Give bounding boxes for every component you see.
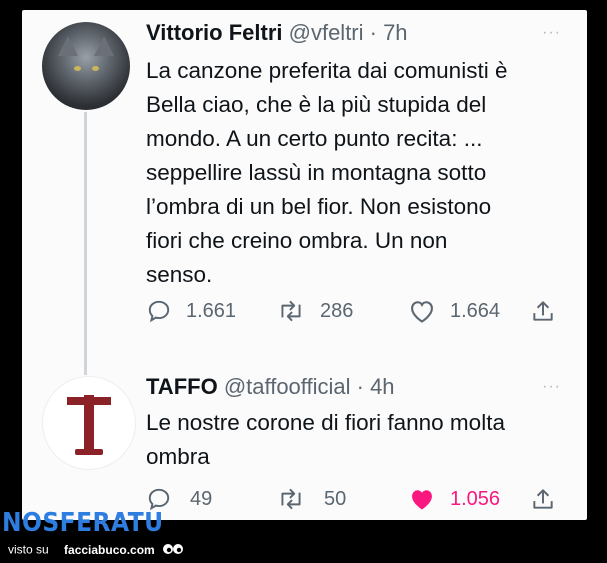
site-label[interactable]: facciabuco.com xyxy=(64,543,155,557)
retweet-count: 50 xyxy=(324,487,347,510)
reply-icon xyxy=(146,298,172,324)
cross-stem xyxy=(84,395,94,455)
like-count: 1.664 xyxy=(450,299,501,322)
share-icon xyxy=(530,298,556,324)
handle-time[interactable]: @taffoofficial · 4h xyxy=(224,374,395,399)
retweet-button[interactable]: 50 xyxy=(276,486,408,512)
like-button[interactable]: 1.664 xyxy=(408,298,530,324)
share-button[interactable] xyxy=(530,486,556,512)
tweet1-header: Vittorio Feltri @vfeltri · 7h xyxy=(146,20,408,46)
display-name[interactable]: Vittorio Feltri xyxy=(146,20,283,45)
heart-filled-icon xyxy=(408,486,436,512)
thread-connector-line xyxy=(84,112,87,375)
like-count: 1.056 xyxy=(450,487,501,510)
share-icon xyxy=(530,486,556,512)
like-button-active[interactable]: 1.056 xyxy=(408,486,530,512)
avatar-cat[interactable] xyxy=(42,22,130,110)
cat-eye-right xyxy=(92,66,99,71)
retweet-count: 286 xyxy=(320,299,354,322)
cat-ear-right xyxy=(94,36,114,56)
reply-count: 1.661 xyxy=(186,299,237,322)
watermark-footer: visto su facciabuco.com xyxy=(8,542,184,559)
tweet2-actions: 49 50 1.056 xyxy=(146,486,556,512)
retweet-icon xyxy=(276,298,306,324)
reply-button[interactable]: 49 xyxy=(146,486,276,512)
tweet1-text: La canzone preferita dai comunisti è Bel… xyxy=(146,58,508,287)
retweet-icon xyxy=(276,486,306,512)
watermark-brand: NOSFERATU xyxy=(2,508,164,538)
cat-eye-left xyxy=(74,66,81,71)
tweet2-header: TAFFO @taffoofficial · 4h xyxy=(146,374,395,400)
tweet2-text: Le nostre corone di fiori fanno molta om… xyxy=(146,410,505,469)
retweet-button[interactable]: 286 xyxy=(276,298,408,324)
handle-time[interactable]: @vfeltri · 7h xyxy=(289,20,408,45)
avatar-taffo[interactable] xyxy=(42,376,136,470)
more-options-icon[interactable]: ··· xyxy=(542,24,561,42)
heart-icon xyxy=(408,298,436,324)
cross-foot xyxy=(75,449,103,455)
reply-button[interactable]: 1.661 xyxy=(146,298,276,324)
cat-ear-left xyxy=(58,36,78,56)
tweet1-actions: 1.661 286 1.664 xyxy=(146,298,556,324)
more-options-icon[interactable]: ··· xyxy=(542,378,561,396)
reply-count: 49 xyxy=(190,487,213,510)
visto-su-label: visto su xyxy=(8,542,49,557)
eyes-icon xyxy=(162,542,184,559)
share-button[interactable] xyxy=(530,298,556,324)
tweet-thread-card: Vittorio Feltri @vfeltri · 7h ··· La can… xyxy=(22,10,587,520)
display-name[interactable]: TAFFO xyxy=(146,374,218,399)
